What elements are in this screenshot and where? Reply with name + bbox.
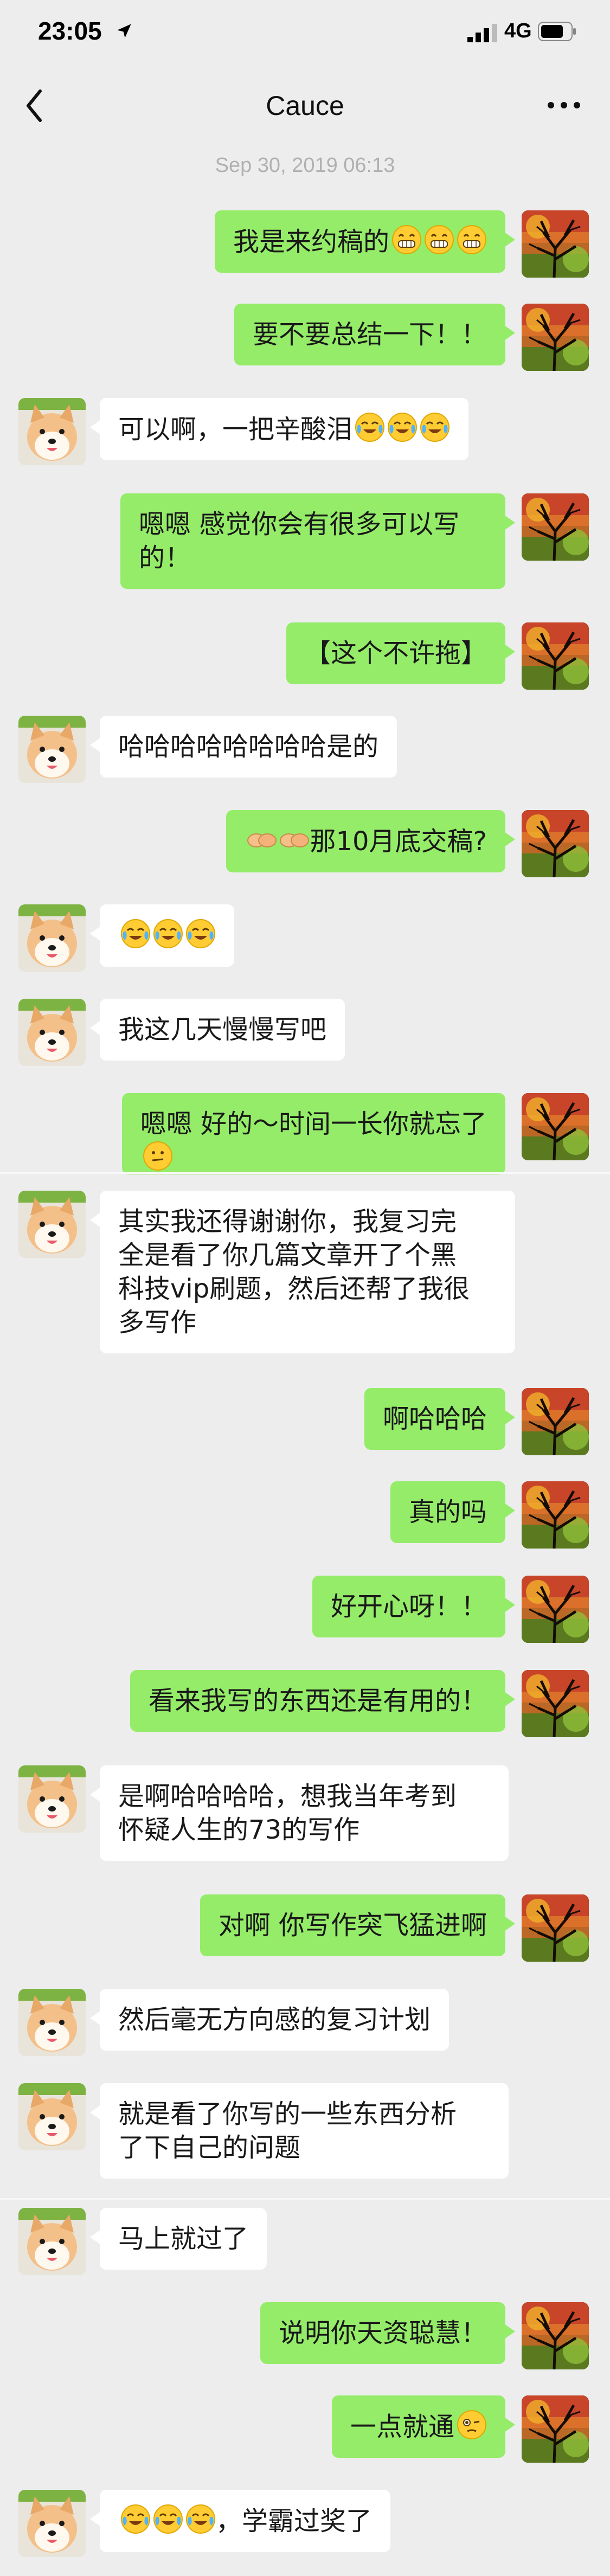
my-avatar[interactable] xyxy=(522,1388,589,1455)
crying-laughing-emoji-icon xyxy=(387,412,418,442)
signal-icon xyxy=(467,24,497,42)
message-bubble[interactable]: ，学霸过奖了 xyxy=(89,2490,391,2552)
message-bubble[interactable]: 说明你天资聪慧！ xyxy=(260,2302,516,2364)
message-bubble[interactable]: 啊哈哈哈 xyxy=(364,1388,516,1450)
contact-avatar[interactable] xyxy=(18,1765,86,1833)
contact-avatar[interactable] xyxy=(18,1191,86,1258)
contact-avatar[interactable] xyxy=(18,2490,86,2557)
message-bubble[interactable]: 哈哈哈哈哈哈哈哈是的 xyxy=(89,716,397,778)
my-avatar[interactable] xyxy=(522,2395,589,2463)
my-avatar[interactable] xyxy=(522,304,589,371)
my-avatar[interactable] xyxy=(522,1576,589,1643)
message-bubble[interactable]: 看来我写的东西还是有用的！ xyxy=(130,1670,516,1732)
crying-laughing-emoji-icon xyxy=(120,918,151,949)
message-bubble[interactable]: 我是来约稿的 xyxy=(214,210,516,273)
message-bubble[interactable]: 那10月底交稿? xyxy=(226,810,515,872)
message-bubble[interactable]: 对啊 你写作突飞猛进啊 xyxy=(200,1894,516,1956)
squinting-emoji-icon xyxy=(457,2410,487,2440)
more-options-icon[interactable] xyxy=(547,100,581,111)
contact-avatar[interactable] xyxy=(18,2208,86,2275)
crying-laughing-emoji-icon xyxy=(153,2504,183,2534)
my-avatar[interactable] xyxy=(522,1093,589,1160)
message-bubble[interactable] xyxy=(90,904,234,967)
my-avatar[interactable] xyxy=(522,622,589,690)
status-bar: 23:05 4G xyxy=(0,0,610,72)
crying-laughing-emoji-icon xyxy=(153,918,183,949)
message-bubble[interactable]: 其实我还得谢谢你，我复习完 全是看了你几篇文章开了个黑 科技vip刷题，然后还帮… xyxy=(90,1191,515,1353)
crying-laughing-emoji-icon xyxy=(355,412,385,442)
message-bubble[interactable]: 【这个不许拖】 xyxy=(286,622,516,684)
message-bubble[interactable]: 嗯嗯 好的～时间一长你就忘了 xyxy=(121,1093,505,1174)
my-avatar[interactable] xyxy=(522,493,589,561)
message-bubble[interactable]: 可以啊，一把辛酸泪 xyxy=(89,398,469,460)
chat-header: Cauce xyxy=(0,72,610,143)
network-type: 4G xyxy=(504,20,532,42)
crying-laughing-emoji-icon xyxy=(185,918,216,949)
message-bubble[interactable]: 要不要总结一下！！ xyxy=(234,304,516,365)
contact-avatar[interactable] xyxy=(18,2083,86,2150)
status-time: 23:05 xyxy=(38,17,102,45)
contact-avatar[interactable] xyxy=(18,716,86,783)
message-bubble[interactable]: 嗯嗯 感觉你会有很多可以写 的！ xyxy=(120,493,515,589)
message-timestamp: Sep 30, 2019 06:13 xyxy=(215,154,395,177)
chat-title: Cauce xyxy=(266,91,344,121)
message-bubble[interactable]: 马上就过了 xyxy=(89,2208,267,2270)
screenshot-seam xyxy=(0,1172,610,1174)
crying-laughing-emoji-icon xyxy=(420,412,450,442)
battery-icon xyxy=(538,22,576,41)
my-avatar[interactable] xyxy=(522,1481,589,1549)
message-bubble[interactable]: 是啊哈哈哈哈，想我当年考到 怀疑人生的73的写作 xyxy=(90,1765,509,1861)
contact-avatar[interactable] xyxy=(18,1989,86,2056)
my-avatar[interactable] xyxy=(522,810,589,877)
message-bubble[interactable]: 真的吗 xyxy=(390,1481,516,1543)
crying-laughing-emoji-icon xyxy=(120,2504,151,2534)
message-bubble[interactable]: 就是看了你写的一些东西分析 了下自己的问题 xyxy=(90,2083,509,2179)
handshake-emoji-icon xyxy=(280,833,310,847)
my-avatar[interactable] xyxy=(522,210,589,278)
contact-avatar[interactable] xyxy=(18,904,86,972)
message-bubble[interactable]: 然后毫无方向感的复习计划 xyxy=(89,1989,450,2051)
grin-emoji-icon xyxy=(424,224,454,255)
crying-laughing-emoji-icon xyxy=(185,2504,216,2534)
message-bubble[interactable]: 好开心呀！！ xyxy=(312,1576,516,1637)
screenshot-seam xyxy=(0,2198,610,2200)
my-avatar[interactable] xyxy=(522,2302,589,2369)
contact-avatar[interactable] xyxy=(18,999,86,1066)
contact-avatar[interactable] xyxy=(18,398,86,465)
thinking-emoji-icon xyxy=(143,1141,173,1171)
grin-emoji-icon xyxy=(457,224,487,255)
message-bubble[interactable]: 一点就通 xyxy=(331,2395,516,2458)
handshake-emoji-icon xyxy=(247,833,277,847)
location-arrow-icon xyxy=(117,24,131,38)
grin-emoji-icon xyxy=(391,224,422,255)
my-avatar[interactable] xyxy=(522,1894,589,1962)
message-bubble[interactable]: 我这几天慢慢写吧 xyxy=(89,999,345,1061)
my-avatar[interactable] xyxy=(522,1670,589,1737)
